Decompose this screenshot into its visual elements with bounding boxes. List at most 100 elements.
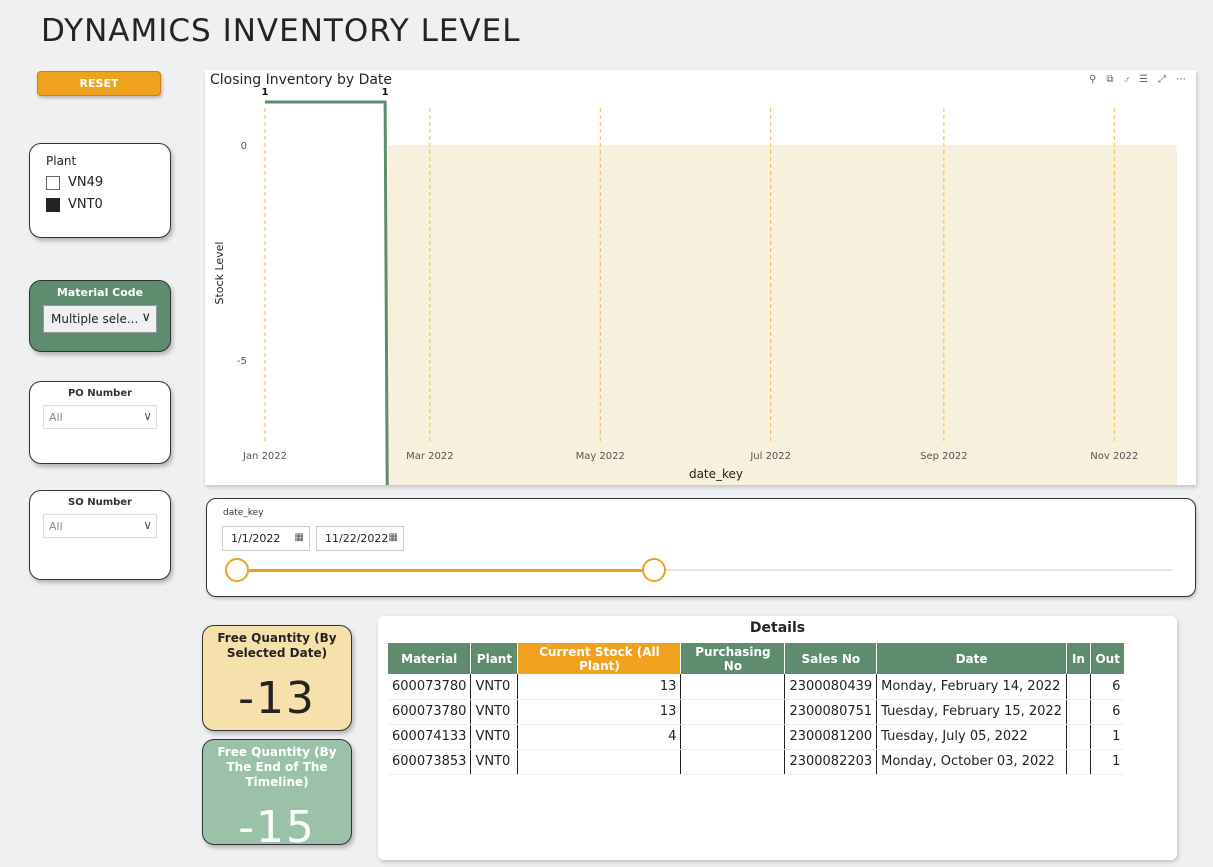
x-tick-label: Nov 2022 bbox=[1090, 451, 1138, 462]
x-tick-label: Jan 2022 bbox=[242, 451, 287, 462]
table-cell bbox=[680, 724, 786, 750]
checkbox-icon[interactable] bbox=[46, 175, 60, 190]
column-header[interactable]: Material bbox=[388, 643, 472, 674]
table-cell: 13 bbox=[517, 674, 682, 700]
slider-range-fill bbox=[237, 569, 654, 572]
table-cell: 13 bbox=[517, 699, 682, 725]
table-cell bbox=[1066, 674, 1091, 700]
details-table: Material Plant Current Stock (All Plant)… bbox=[388, 643, 1125, 775]
data-label: 1 bbox=[382, 87, 389, 98]
details-title: Details bbox=[749, 620, 806, 636]
kpi-end-label: Free Quantity (By The End of The Timelin… bbox=[217, 745, 337, 789]
reset-button[interactable]: RESET bbox=[37, 71, 161, 96]
y-tick-label: 0 bbox=[241, 141, 247, 152]
kpi-end-value: -15 bbox=[238, 802, 316, 853]
table-cell: 4 bbox=[517, 724, 682, 750]
chevron-down-icon[interactable]: ∨ bbox=[141, 310, 151, 325]
plant-filter-label: Plant bbox=[46, 154, 77, 168]
so-dropdown[interactable]: All ∨ bbox=[43, 514, 157, 538]
negative-stock-band bbox=[387, 145, 1178, 485]
details-card: Details Material Plant Current Stock (Al… bbox=[378, 616, 1177, 860]
po-dropdown-value: All bbox=[49, 410, 63, 424]
calendar-icon[interactable]: ▦ bbox=[295, 532, 304, 543]
slider-end-handle[interactable] bbox=[642, 558, 666, 582]
x-axis-label: date_key bbox=[689, 467, 743, 481]
chevron-down-icon[interactable]: ∨ bbox=[143, 409, 152, 423]
column-header[interactable]: Purchasing No bbox=[680, 643, 786, 674]
data-label: 1 bbox=[262, 87, 269, 98]
table-cell: 2300082203 bbox=[784, 749, 878, 775]
table-cell: VNT0 bbox=[470, 749, 519, 775]
table-cell bbox=[1066, 699, 1091, 725]
inventory-chart[interactable]: 0-5-10Jan 2022Mar 2022May 2022Jul 2022Se… bbox=[205, 70, 1196, 485]
date-slicer-label: date_key bbox=[223, 508, 264, 518]
table-row[interactable]: 600073780 VNT0 13 2300080751 Tuesday, Februa… bbox=[388, 699, 1125, 725]
chevron-down-icon[interactable]: ∨ bbox=[143, 518, 152, 532]
start-date-input[interactable]: 1/1/2022 ▦ bbox=[222, 526, 310, 551]
material-dropdown-value: Multiple sele... bbox=[51, 312, 139, 326]
table-cell: 1 bbox=[1090, 749, 1125, 775]
column-header[interactable]: Out bbox=[1090, 643, 1125, 674]
plant-option-label: VNT0 bbox=[68, 197, 103, 212]
po-dropdown[interactable]: All ∨ bbox=[43, 405, 157, 429]
y-tick-label: -5 bbox=[237, 356, 247, 367]
table-cell bbox=[1066, 724, 1091, 750]
table-header-row: Material Plant Current Stock (All Plant)… bbox=[388, 643, 1125, 674]
column-header[interactable]: Plant bbox=[470, 643, 519, 674]
table-cell: 600073780 bbox=[388, 674, 472, 700]
x-tick-label: Jul 2022 bbox=[749, 451, 791, 462]
table-cell: 600074133 bbox=[388, 724, 472, 750]
table-cell: VNT0 bbox=[470, 724, 519, 750]
plant-option-label: VN49 bbox=[68, 175, 104, 190]
column-header[interactable]: Date bbox=[876, 643, 1067, 674]
material-dropdown[interactable]: Multiple sele... ∨ bbox=[43, 305, 157, 333]
table-cell bbox=[680, 749, 786, 775]
table-row[interactable]: 600074133 VNT0 4 2300081200 Tuesday, July 05… bbox=[388, 724, 1125, 750]
plant-option-vn49[interactable]: VN49 bbox=[46, 175, 154, 190]
x-tick-label: May 2022 bbox=[576, 451, 625, 462]
start-date-value: 1/1/2022 bbox=[231, 532, 281, 545]
checkbox-checked-icon[interactable] bbox=[46, 197, 60, 212]
kpi-end-timeline-card: Free Quantity (By The End of The Timelin… bbox=[202, 739, 352, 853]
so-filter-label: SO Number bbox=[68, 497, 132, 508]
so-dropdown-value: All bbox=[49, 519, 63, 533]
column-header[interactable]: Sales No bbox=[784, 643, 878, 674]
table-cell: 6 bbox=[1090, 674, 1125, 700]
table-cell: 2300080439 bbox=[784, 674, 878, 700]
material-filter-card: Material Code Multiple sele... ∨ bbox=[29, 280, 171, 352]
date-slicer-card: date_key 1/1/2022 ▦ 11/22/2022 ▦ bbox=[206, 498, 1196, 597]
table-cell: 600073853 bbox=[388, 749, 472, 775]
kpi-selected-date-card: Free Quantity (By Selected Date) -13 bbox=[202, 625, 352, 731]
table-row[interactable]: 600073853 VNT0 2300082203 Monday, October 0… bbox=[388, 749, 1125, 775]
po-filter-card: PO Number All ∨ bbox=[29, 381, 171, 464]
so-filter-card: SO Number All ∨ bbox=[29, 490, 171, 580]
table-row[interactable]: 600073780 VNT0 13 2300080439 Monday, Februar… bbox=[388, 674, 1125, 700]
table-cell: VNT0 bbox=[470, 674, 519, 700]
end-date-input[interactable]: 11/22/2022 ▦ bbox=[316, 526, 404, 551]
table-cell: 600073780 bbox=[388, 699, 472, 725]
inventory-chart-card: Closing Inventory by Date ⚲ ⧉ ⍻ ☰ ⤢ ⋯ 0-… bbox=[205, 70, 1196, 485]
table-cell: VNT0 bbox=[470, 699, 519, 725]
column-header[interactable]: In bbox=[1066, 643, 1091, 674]
table-cell: Tuesday, February 15, 2022 bbox=[876, 699, 1067, 725]
plant-option-vnt0[interactable]: VNT0 bbox=[46, 197, 154, 212]
table-cell bbox=[680, 699, 786, 725]
table-cell: 2300080751 bbox=[784, 699, 878, 725]
column-header-sorted[interactable]: Current Stock (All Plant) bbox=[517, 643, 682, 674]
kpi-selected-label: Free Quantity (By Selected Date) bbox=[217, 631, 337, 660]
table-cell bbox=[1066, 749, 1091, 775]
page-title: DYNAMICS INVENTORY LEVEL bbox=[41, 13, 521, 49]
table-cell: Monday, February 14, 2022 bbox=[876, 674, 1067, 700]
y-axis-label: Stock Level bbox=[213, 242, 226, 305]
table-cell: 1 bbox=[1090, 724, 1125, 750]
kpi-selected-value: -13 bbox=[238, 673, 316, 724]
slider-start-handle[interactable] bbox=[225, 558, 249, 582]
table-cell bbox=[680, 674, 786, 700]
calendar-icon[interactable]: ▦ bbox=[389, 532, 398, 543]
table-cell: 6 bbox=[1090, 699, 1125, 725]
plant-filter-card: Plant VN49 VNT0 bbox=[29, 143, 171, 238]
x-tick-label: Mar 2022 bbox=[406, 451, 454, 462]
end-date-value: 11/22/2022 bbox=[325, 532, 389, 545]
table-cell bbox=[517, 749, 682, 775]
x-tick-label: Sep 2022 bbox=[920, 451, 967, 462]
